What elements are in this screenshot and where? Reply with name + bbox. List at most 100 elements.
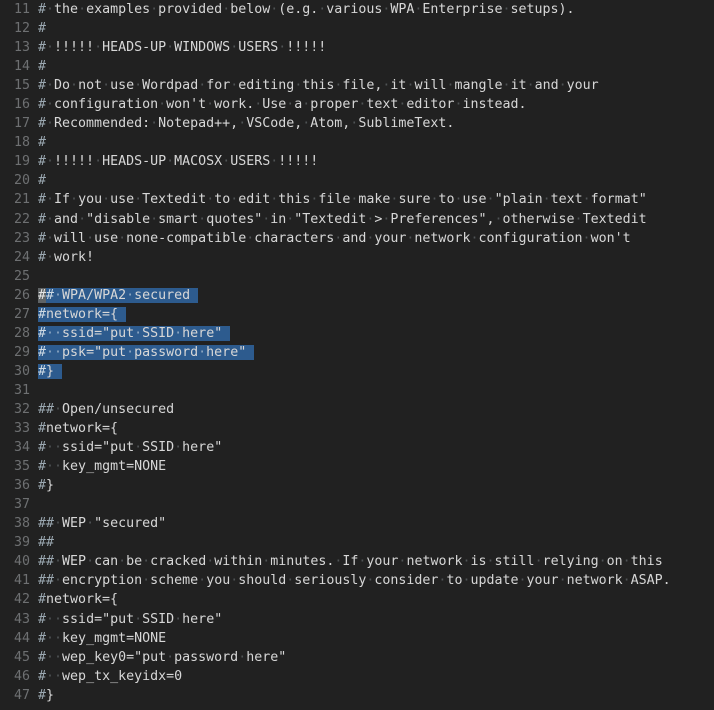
editor-line[interactable]: 45 #··wep_key0="put·password·here" [0, 648, 714, 667]
whitespace-dot: · [54, 554, 63, 570]
line-content[interactable]: #··ssid="put·SSID·here" [38, 324, 231, 343]
line-content[interactable]: #·work! [38, 248, 94, 267]
line-content[interactable]: # [38, 133, 46, 152]
whitespace-dot: · [134, 192, 143, 208]
line-content[interactable]: #··psk="put·password·here" [38, 343, 255, 362]
editor-line[interactable]: 42 #network={ [0, 590, 714, 609]
whitespace-dot: · [78, 2, 87, 17]
editor-line[interactable]: 24 #·work! [0, 248, 714, 267]
line-content[interactable]: ##·WEP·can·be·cracked·within·minutes.·If… [38, 552, 663, 571]
line-content[interactable]: #··key_mgmt=NONE [38, 457, 166, 476]
line-content[interactable]: ##·WPA/WPA2·secured [38, 286, 199, 305]
line-content[interactable]: ##·WEP·"secured" [38, 514, 166, 533]
whitespace-dot: · [622, 573, 631, 589]
line-content[interactable]: #·!!!!!·HEADS-UP·WINDOWS·USERS·!!!!! [38, 38, 326, 57]
editor-line[interactable]: 20 # [0, 171, 714, 190]
whitespace-dot: · [46, 116, 55, 132]
editor-line[interactable]: 44 #··key_mgmt=NONE [0, 629, 714, 648]
whitespace-dot: · [198, 573, 207, 589]
selection-highlight[interactable]: #·WPA/WPA2·secured [46, 287, 199, 303]
editor-line[interactable]: 25 [0, 267, 714, 286]
editor-line[interactable]: 33 #network={ [0, 419, 714, 438]
line-content[interactable]: #·and·"disable·smart·quotes"·in·"Textedi… [38, 210, 647, 229]
line-content[interactable]: #··ssid="put·SSID·here" [38, 438, 222, 457]
editor-line[interactable]: 43 #··ssid="put·SSID·here" [0, 610, 714, 629]
whitespace-dot: · [54, 573, 63, 589]
editor-line[interactable]: 41 ##·encryption·scheme·you·should·seriou… [0, 571, 714, 590]
line-content[interactable]: #··wep_key0="put·password·here" [38, 648, 286, 667]
editor-line[interactable]: 30 #} [0, 362, 714, 381]
editor-line[interactable]: 17 #·Recommended:·Notepad++,·VSCode,·Atom… [0, 114, 714, 133]
editor-line[interactable]: 32 ##·Open/unsecured [0, 400, 714, 419]
editor-line[interactable]: 38 ##·WEP·"secured" [0, 514, 714, 533]
line-content[interactable]: #·the·examples·provided·below·(e.g.·vari… [38, 0, 575, 19]
selection-highlight[interactable]: #··ssid="put·SSID·here" [38, 325, 231, 341]
editor-line[interactable]: 12 # [0, 19, 714, 38]
line-number: 22 [13, 211, 30, 227]
line-content[interactable]: #·will·use·none-compatible·characters·an… [38, 229, 631, 248]
editor-line[interactable]: 39 ## [0, 533, 714, 552]
editor-line[interactable]: 26 ##·WPA/WPA2·secured [0, 286, 714, 305]
editor-line[interactable]: 22 #·and·"disable·smart·quotes"·in·"Texte… [0, 210, 714, 229]
editor-line[interactable]: 35 #··key_mgmt=NONE [0, 457, 714, 476]
whitespace-dot: · [462, 554, 471, 570]
editor-line[interactable]: 11 #·the·examples·provided·below·(e.g.·va… [0, 0, 714, 19]
editor-line[interactable]: 15 #·Do·not·use·Wordpad·for·editing·this·… [0, 76, 714, 95]
line-content[interactable]: ##·Open/unsecured [38, 400, 174, 419]
whitespace-dot: · [102, 78, 111, 94]
comment-marker: # [38, 573, 47, 589]
line-number: 36 [13, 478, 30, 494]
editor-line[interactable]: 18 # [0, 133, 714, 152]
line-content[interactable]: #} [38, 476, 54, 495]
whitespace-dot: · [54, 344, 63, 360]
line-content[interactable]: #} [38, 686, 54, 705]
editor-line[interactable]: 13 #·!!!!!·HEADS-UP·WINDOWS·USERS·!!!!! [0, 38, 714, 57]
editor-line[interactable]: 37 [0, 495, 714, 514]
line-content[interactable]: # [38, 57, 46, 76]
selection-highlight[interactable]: #··psk="put·password·here" [38, 344, 255, 360]
editor-line[interactable]: 27 #network={ [0, 305, 714, 324]
line-content[interactable]: #·Do·not·use·Wordpad·for·editing·this·fi… [38, 76, 599, 95]
selection-highlight[interactable]: #network={ [38, 306, 127, 322]
line-content[interactable]: #··key_mgmt=NONE [38, 629, 166, 648]
line-content[interactable]: ##·encryption·scheme·you·should·seriousl… [38, 571, 671, 590]
line-content[interactable]: #·Recommended:·Notepad++,·VSCode,·Atom,·… [38, 114, 454, 133]
line-content[interactable]: ## [38, 533, 54, 552]
comment-marker: # [38, 478, 47, 494]
whitespace-dot: · [598, 554, 607, 570]
comment-marker: # [38, 459, 47, 475]
whitespace-dot: · [222, 154, 231, 170]
selection-highlight[interactable]: #} [38, 363, 63, 379]
comment-marker: # [38, 535, 47, 551]
line-content[interactable]: # [38, 19, 46, 38]
comment-marker: # [38, 21, 47, 37]
editor-line[interactable]: 19 #·!!!!!·HEADS-UP·MACOSX·USERS·!!!!! [0, 152, 714, 171]
line-content[interactable]: #network={ [38, 305, 127, 324]
editor-line[interactable]: 28 #··ssid="put·SSID·here" [0, 324, 714, 343]
editor-line[interactable]: 36 #} [0, 476, 714, 495]
editor-line[interactable]: 21 #·If·you·use·Textedit·to·edit·this·fil… [0, 190, 714, 209]
line-content[interactable]: #} [38, 362, 63, 381]
line-content[interactable]: #·If·you·use·Textedit·to·edit·this·file·… [38, 190, 647, 209]
whitespace-dot: · [46, 668, 55, 684]
code-editor-viewport[interactable]: 11 #·the·examples·provided·below·(e.g.·va… [0, 0, 714, 710]
editor-line[interactable]: 40 ##·WEP·can·be·cracked·within·minutes.·… [0, 552, 714, 571]
editor-line[interactable]: 31 [0, 381, 714, 400]
editor-line[interactable]: 34 #··ssid="put·SSID·here" [0, 438, 714, 457]
line-content[interactable]: #·configuration·won't·work.·Use·a·proper… [38, 95, 527, 114]
editor-line[interactable]: 23 #·will·use·none-compatible·characters·… [0, 229, 714, 248]
line-content[interactable]: # [38, 171, 46, 190]
whitespace-dot: · [534, 554, 543, 570]
editor-line[interactable]: 16 #·configuration·won't·work.·Use·a·prop… [0, 95, 714, 114]
line-content[interactable]: #·!!!!!·HEADS-UP·MACOSX·USERS·!!!!! [38, 152, 318, 171]
line-number: 17 [13, 116, 30, 132]
editor-line[interactable]: 46 #··wep_tx_keyidx=0 [0, 667, 714, 686]
line-content[interactable]: #network={ [38, 419, 118, 438]
line-content[interactable]: #network={ [38, 590, 118, 609]
whitespace-dot: · [518, 573, 527, 589]
editor-line[interactable]: 29 #··psk="put·password·here" [0, 343, 714, 362]
editor-line[interactable]: 14 # [0, 57, 714, 76]
line-content[interactable]: #··ssid="put·SSID·here" [38, 610, 222, 629]
line-content[interactable]: #··wep_tx_keyidx=0 [38, 667, 182, 686]
editor-line[interactable]: 47 #} [0, 686, 714, 705]
